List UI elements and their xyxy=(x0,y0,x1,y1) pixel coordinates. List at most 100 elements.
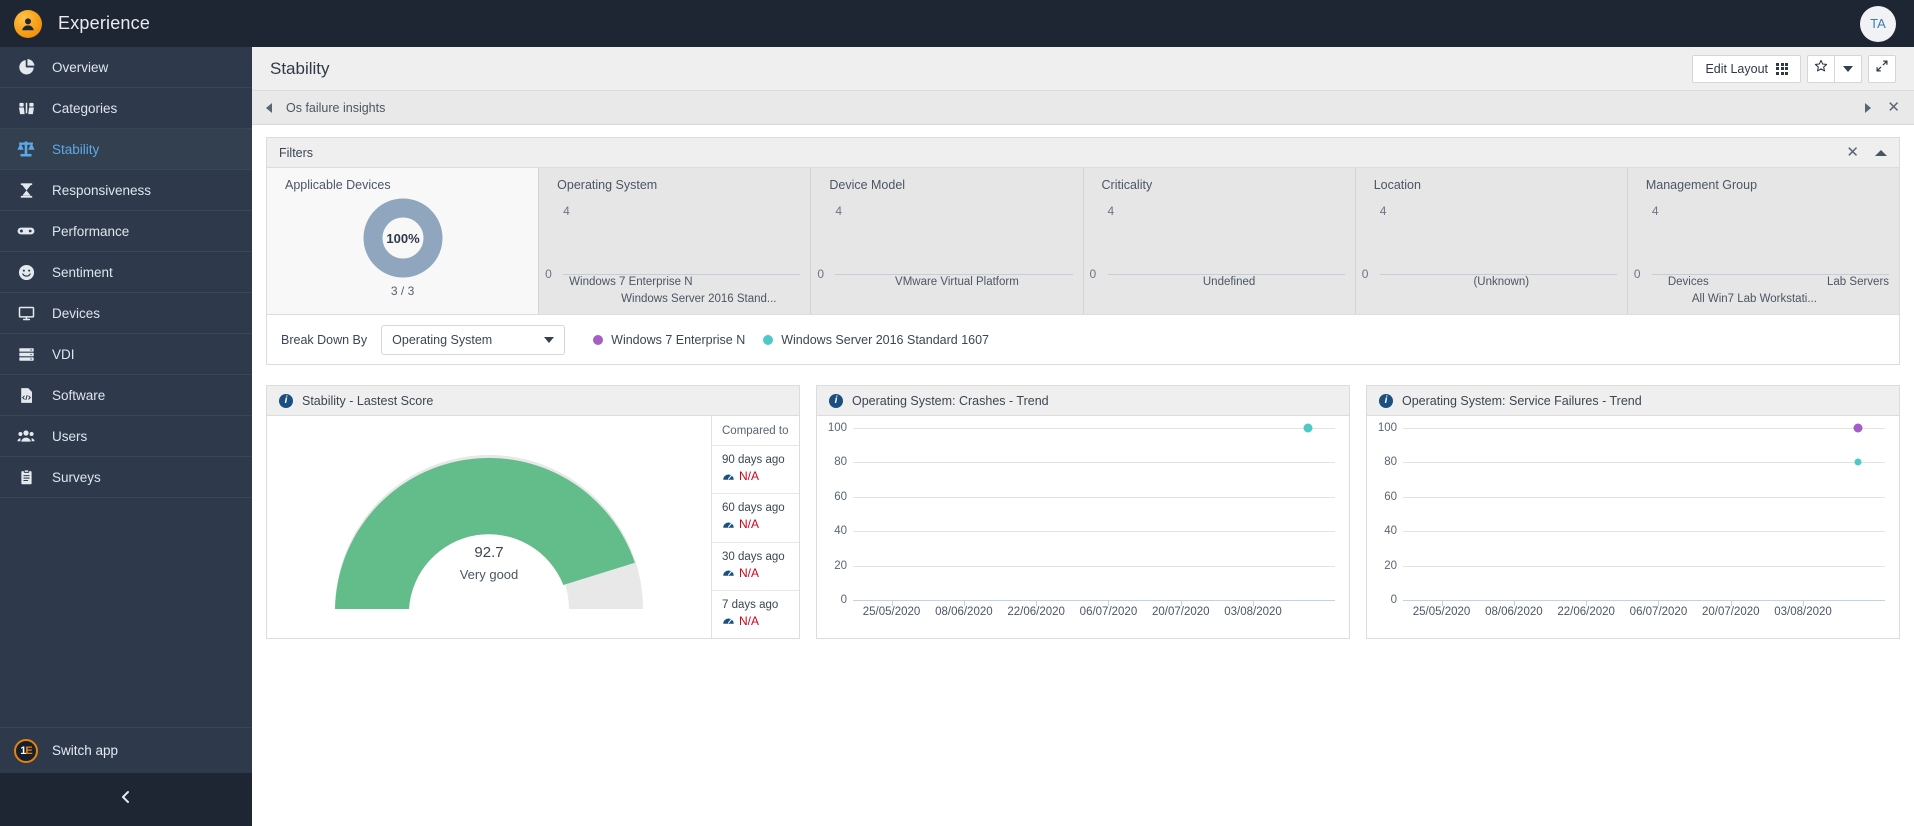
switch-app-button[interactable]: 1E Switch app xyxy=(0,727,252,773)
y-axis: 100 80 60 40 20 0 xyxy=(817,422,851,606)
grid-icon xyxy=(1776,62,1788,75)
filter-title: Criticality xyxy=(1101,178,1153,192)
one-e-logo-icon: 1E xyxy=(0,738,52,763)
favorite-dropdown-button[interactable] xyxy=(1834,54,1862,83)
filter-title: Location xyxy=(1373,178,1421,192)
filter-management-group[interactable]: Management Group 4 0 Devices All Win7 La… xyxy=(1626,168,1900,314)
card-crashes-trend: i Operating System: Crashes - Trend 100 … xyxy=(816,385,1350,639)
compare-period: 30 days ago xyxy=(722,550,785,563)
content: Filters ✕ Applicable Devices 100% 3 / 3 … xyxy=(252,125,1914,826)
info-icon[interactable]: i xyxy=(279,393,293,408)
sidebar-item-responsiveness[interactable]: Responsiveness xyxy=(0,170,252,211)
gridline xyxy=(853,531,1335,533)
expand-button[interactable] xyxy=(1868,54,1896,83)
breadcrumb-label[interactable]: Os failure insights xyxy=(286,101,385,115)
sidebar-item-software[interactable]: Software xyxy=(0,375,252,416)
breakdown-select[interactable]: Operating System xyxy=(381,324,566,355)
compare-value: N/A xyxy=(739,469,760,483)
crashes-trend-chart: 100 80 60 40 20 0 25/05/2020 08/06/2020 … xyxy=(817,416,1349,638)
y-tick: 40 xyxy=(1384,525,1397,538)
info-icon[interactable]: i xyxy=(829,393,843,408)
info-icon[interactable]: i xyxy=(1379,393,1393,408)
card-service-failures-trend: i Operating System: Service Failures - T… xyxy=(1366,385,1900,639)
filter-max-value: 4 xyxy=(835,204,843,218)
favorite-button-group xyxy=(1807,54,1862,83)
legend-label: Windows 7 Enterprise N xyxy=(611,332,746,347)
triangle-left-icon[interactable] xyxy=(266,102,272,113)
close-icon[interactable]: ✕ xyxy=(1846,145,1859,160)
breakdown-row: Break Down By Operating System Windows 7… xyxy=(266,315,1900,365)
gamepad-icon xyxy=(0,222,52,240)
plot-area xyxy=(1403,423,1885,601)
sidebar-item-surveys[interactable]: Surveys xyxy=(0,457,252,498)
sidebar-item-users[interactable]: Users xyxy=(0,416,252,457)
sidebar-item-overview[interactable]: Overview xyxy=(0,47,252,88)
filter-applicable-devices[interactable]: Applicable Devices 100% 3 / 3 xyxy=(267,168,539,314)
filter-criticality[interactable]: Criticality 4 0 Undefined xyxy=(1082,168,1355,314)
close-icon[interactable]: ✕ xyxy=(1887,100,1900,115)
filter-zero-label: 0 xyxy=(545,267,552,281)
hourglass-icon xyxy=(0,182,52,199)
sidebar-item-categories[interactable]: Categories xyxy=(0,88,252,129)
edit-layout-button[interactable]: Edit Layout xyxy=(1692,54,1801,83)
star-icon xyxy=(1814,59,1828,78)
caret-up-icon[interactable] xyxy=(1875,149,1887,156)
filter-bar-labels: Undefined xyxy=(1108,276,1351,312)
compare-row: 7 days ago N/A xyxy=(712,591,799,638)
axis-line xyxy=(563,274,801,275)
x-tick: 25/05/2020 xyxy=(1412,606,1471,618)
sidebar-item-devices[interactable]: Devices xyxy=(0,293,252,334)
data-point[interactable] xyxy=(1854,458,1862,466)
sidebar-item-label: Responsiveness xyxy=(52,182,152,198)
filters-actions: ✕ xyxy=(1846,145,1887,160)
expand-diagonal-icon xyxy=(1875,59,1889,78)
legend-item[interactable]: Windows 7 Enterprise N xyxy=(593,333,745,347)
y-tick: 0 xyxy=(840,594,847,606)
filters-title: Filters xyxy=(279,145,314,160)
y-tick: 60 xyxy=(834,490,847,503)
app-root: Experience Overview Categories Stability xyxy=(0,0,1914,826)
filter-bar-labels: Windows 7 Enterprise N Windows Server 20… xyxy=(563,276,806,312)
x-tick: 03/08/2020 xyxy=(1224,606,1282,618)
sidebar-item-stability[interactable]: Stability xyxy=(0,129,252,170)
filter-location[interactable]: Location 4 0 (Unknown) xyxy=(1354,168,1627,314)
filter-bars xyxy=(563,218,800,274)
x-axis: 25/05/2020 08/06/2020 22/06/2020 06/07/2… xyxy=(853,601,1335,624)
avatar[interactable]: TA xyxy=(1860,5,1896,42)
breadcrumb-actions: ✕ xyxy=(1865,100,1900,115)
breadcrumb: Os failure insights xyxy=(266,101,1865,115)
document-code-icon xyxy=(0,387,52,404)
sidebar-collapse-button[interactable] xyxy=(0,773,252,826)
gridline xyxy=(853,496,1335,498)
data-point[interactable] xyxy=(1303,423,1313,433)
filter-zero-label: 0 xyxy=(1633,267,1641,281)
x-tick: 08/06/2020 xyxy=(935,606,993,618)
filter-operating-system[interactable]: Operating System 4 0 Windows 7 Enterpris… xyxy=(538,168,811,314)
scales-icon xyxy=(0,140,52,158)
server-icon xyxy=(0,346,52,363)
y-tick: 40 xyxy=(834,525,847,538)
gridline xyxy=(1403,462,1885,464)
filter-bar-label: Undefined xyxy=(1202,276,1256,288)
y-tick: 80 xyxy=(834,456,847,469)
sidebar-item-performance[interactable]: Performance xyxy=(0,211,252,252)
triangle-right-icon[interactable] xyxy=(1865,102,1872,113)
sidebar-item-sentiment[interactable]: Sentiment xyxy=(0,252,252,293)
legend-item[interactable]: Windows Server 2016 Standard 1607 xyxy=(763,333,989,347)
compare-value-wrap: N/A xyxy=(722,566,799,580)
gauge-icon xyxy=(723,522,734,528)
favorite-button[interactable] xyxy=(1807,54,1835,83)
axis-line xyxy=(1107,274,1345,275)
donut-chart: 100% 3 / 3 xyxy=(267,196,538,298)
data-point[interactable] xyxy=(1853,423,1863,433)
filter-max-value: 4 xyxy=(563,204,570,218)
brand-title: Experience xyxy=(58,13,151,33)
filter-bars xyxy=(1108,218,1345,274)
gridline xyxy=(1403,531,1885,533)
filter-bar-label: Devices xyxy=(1667,276,1709,288)
filter-device-model[interactable]: Device Model 4 0 VMware Virtual Platform xyxy=(810,168,1083,314)
sidebar-item-vdi[interactable]: VDI xyxy=(0,334,252,375)
breadcrumb-bar: Os failure insights ✕ xyxy=(252,91,1914,125)
axis-baseline xyxy=(1403,600,1885,601)
filter-max-value: 4 xyxy=(1651,204,1659,218)
